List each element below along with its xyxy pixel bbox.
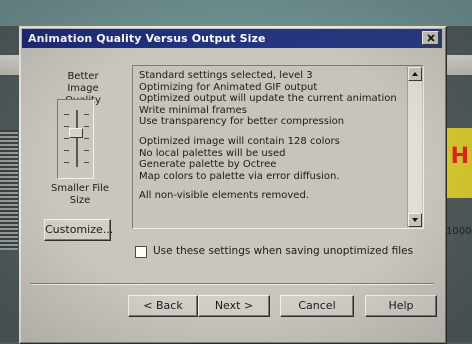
save-unoptimized-checkbox[interactable]	[135, 246, 147, 258]
slider-tick	[64, 114, 69, 115]
cancel-button-label: Cancel	[298, 299, 336, 312]
slider-thumb[interactable]	[69, 128, 83, 138]
help-button[interactable]: Help	[365, 295, 437, 317]
slider-tick	[64, 126, 69, 127]
slider-tick	[84, 138, 89, 139]
triangle-down-icon	[412, 218, 418, 222]
details-line: Generate palette by Octree	[139, 159, 277, 171]
customize-button-label: Customize...	[45, 223, 114, 236]
cancel-button[interactable]: Cancel	[280, 295, 354, 317]
slider-tick	[84, 126, 89, 127]
better-label-line1: Better Image	[67, 71, 99, 94]
save-unoptimized-label[interactable]: Use these settings when saving unoptimiz…	[153, 244, 413, 258]
details-line: Write minimal frames	[139, 104, 247, 116]
back-button-label: < Back	[143, 299, 183, 312]
next-button-label: Next >	[214, 299, 254, 312]
quality-slider[interactable]	[57, 99, 94, 179]
slider-track	[76, 110, 78, 167]
customize-button[interactable]: Customize...	[44, 219, 114, 241]
details-line: Optimizing for Animated GIF output	[139, 81, 318, 93]
details-textbox[interactable]: Standard settings selected, level 3 Opti…	[132, 65, 424, 229]
slider-tick	[64, 138, 69, 139]
dialog-separator	[30, 283, 434, 285]
background-number: 1000	[446, 226, 472, 237]
triangle-up-icon	[412, 72, 418, 76]
scroll-down-button[interactable]	[408, 213, 422, 227]
details-line: All non-visible elements removed.	[139, 190, 309, 202]
details-line: Standard settings selected, level 3	[139, 70, 313, 81]
help-button-label: Help	[388, 299, 414, 312]
slider-tick	[64, 150, 69, 151]
details-lines: Standard settings selected, level 3 Opti…	[139, 70, 405, 226]
animation-quality-dialog: Animation Quality Versus Output Size Bet…	[19, 26, 447, 344]
details-scrollbar[interactable]	[407, 67, 422, 227]
slider-tick	[84, 114, 89, 115]
slider-tick	[64, 162, 69, 163]
background-dots	[0, 130, 18, 250]
smaller-file-size-label: Smaller File Size	[48, 183, 112, 207]
details-line: No local palettes will be used	[139, 147, 286, 159]
background-top	[0, 0, 472, 26]
dialog-titlebar: Animation Quality Versus Output Size	[22, 29, 442, 48]
slider-tick	[84, 162, 89, 163]
smaller-label-line1: Smaller File	[51, 183, 109, 194]
background-red-letter: H	[450, 144, 469, 169]
close-button[interactable]	[422, 31, 439, 45]
scroll-up-button[interactable]	[408, 67, 422, 81]
back-button[interactable]: < Back	[128, 295, 198, 317]
smaller-label-line2: Size	[69, 195, 91, 206]
dialog-title: Animation Quality Versus Output Size	[28, 32, 266, 45]
close-icon	[426, 34, 435, 42]
slider-tick	[84, 150, 89, 151]
next-button[interactable]: Next >	[198, 295, 270, 317]
details-line: Optimized output will update the current…	[139, 93, 397, 105]
details-line: Use transparency for better compression	[139, 116, 345, 128]
details-gap	[139, 182, 405, 190]
details-line: Optimized image will contain 128 colors	[139, 135, 340, 147]
details-gap	[139, 128, 405, 136]
details-line: Map colors to palette via error diffusio…	[139, 170, 340, 182]
